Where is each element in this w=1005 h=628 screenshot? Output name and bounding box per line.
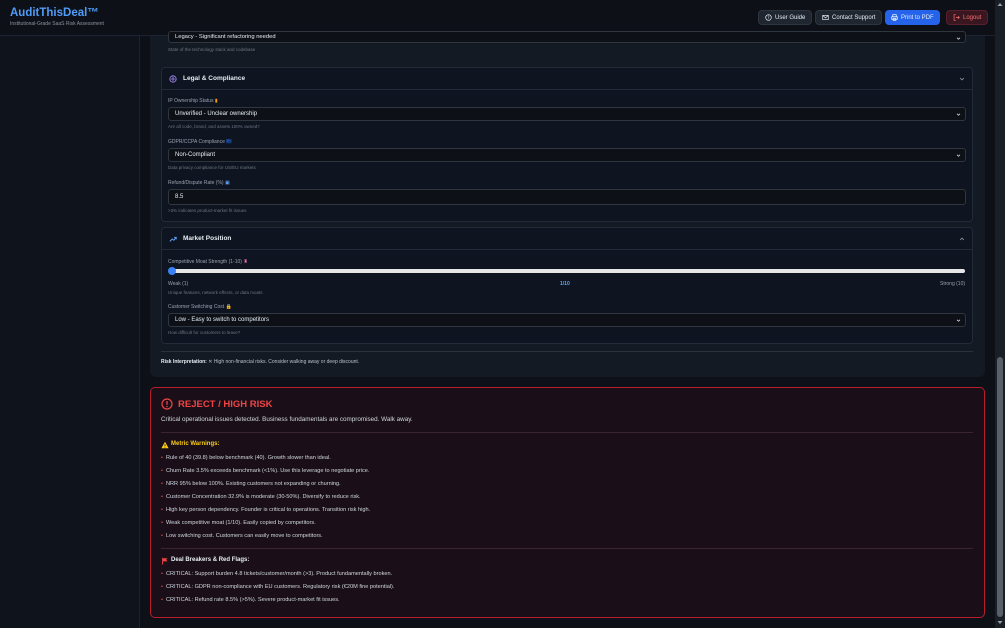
refund-rate-value: 8.5 [175,194,184,200]
brand[interactable]: AuditThisDeal™ Institutional-Grade SaaS … [10,7,104,27]
moat-strength-hint: Unique features, network effects, or dat… [168,290,263,295]
verdict-description: Critical operational issues detected. Bu… [161,416,413,423]
metric-warnings-title: Metric Warnings: [171,441,220,447]
ip-ownership-value: Unverified - Unclear ownership [175,111,258,117]
switching-cost-select[interactable]: Low - Easy to switch to competitors [168,313,966,327]
tech-stack-select[interactable]: Legacy - Significant refactoring needed [168,31,966,43]
moat-strength-thumb[interactable] [168,267,176,275]
gdpr-select[interactable]: Non-Compliant [168,148,966,162]
moat-strength-slider[interactable] [171,269,965,273]
app-title: AuditThisDeal™ [10,7,99,19]
gdpr-label: GDPR/CCPA Compliance 🇪🇺 [168,139,233,145]
chevron-down-icon [956,319,961,322]
logout-button[interactable]: Logout [946,10,989,25]
scale-icon [169,75,177,83]
divider [161,432,973,433]
help-circle-icon: ? [765,14,772,21]
logout-icon [953,14,960,21]
moat-min-label: Weak (1) [168,281,189,287]
gdpr-value: Non-Compliant [175,152,216,158]
flag-icon [162,557,168,565]
scroll-down-icon[interactable] [997,620,1003,625]
moat-current-value: 1/10 [560,281,570,287]
chevron-down-icon [956,154,961,157]
legal-compliance-title: Legal & Compliance [183,75,246,82]
deal-breaker-item: • CRITICAL: Support burden 4.8 tickets/cu… [161,571,393,577]
chevron-down-icon [959,77,965,81]
trending-up-icon [169,236,177,242]
warning-item: • High key person dependency. Founder is … [161,507,371,513]
ip-ownership-select[interactable]: Unverified - Unclear ownership [168,107,966,121]
gdpr-hint: Data privacy compliance for US/EU market… [168,165,256,170]
tech-stack-hint: State of the technology stack and codeba… [168,47,256,52]
switching-cost-label: Customer Switching Cost 🔒 [168,304,232,310]
chevron-down-icon [956,37,961,40]
legal-compliance-header[interactable]: Legal & Compliance [162,68,972,90]
deal-breaker-item: • CRITICAL: GDPR non-compliance with EU c… [161,584,395,590]
warning-item: • Rule of 40 (39.8) below benchmark (40).… [161,455,331,461]
switching-cost-value: Low - Easy to switch to competitors [175,317,270,323]
risk-interpretation-label: Risk Interpretation: [161,359,207,365]
contact-support-label: Contact Support [832,14,876,21]
scrollbar-thumb[interactable] [997,357,1003,617]
warning-item: • Weak competitive moat (1/10). Easily co… [161,520,316,526]
print-pdf-button[interactable]: Print to PDF [885,10,940,25]
chevron-up-icon [959,237,965,241]
user-guide-button[interactable]: ? User Guide [758,10,813,25]
alert-circle-icon [161,398,173,410]
print-pdf-label: Print to PDF [901,14,934,21]
ip-ownership-label: IP Ownership Status ▮ [168,98,218,104]
market-position-header[interactable]: Market Position [162,228,972,250]
divider [161,548,973,549]
logout-label: Logout [963,14,982,21]
contact-support-button[interactable]: Contact Support [815,10,883,25]
user-guide-label: User Guide [775,14,806,21]
warning-item: • Low switching cost. Customers can easil… [161,533,323,539]
deal-breaker-item: • CRITICAL: Refund rate 8.5% (>5%). Sever… [161,597,340,603]
moat-strength-label: Competitive Moat Strength (1-10) ♜ [168,259,248,265]
app-subtitle: Institutional-Grade SaaS Risk Assessment [10,21,104,27]
warning-item: • Customer Concentration 32.9% is moderat… [161,494,361,500]
warning-item: • NRR 95% below 100%. Existing customers … [161,481,341,487]
risk-interpretation-text: ✕ High non-financial risks. Consider wal… [208,359,360,365]
sidebar [0,36,140,628]
divider [161,351,973,352]
scroll-up-icon[interactable] [997,2,1003,7]
refund-rate-input[interactable]: 8.5 [168,189,966,205]
refund-rate-hint: >3% indicates product-market fit issues [168,208,247,213]
deal-breakers-title: Deal Breakers & Red Flags: [171,557,250,563]
ip-ownership-hint: Are all code, brand, and assets 100% own… [168,124,260,129]
warning-triangle-icon [161,441,169,449]
svg-text:?: ? [767,15,769,20]
moat-max-label: Strong (10) [940,281,966,287]
refund-rate-label: Refund/Dispute Rate (%) ▣ [168,180,230,186]
chevron-down-icon [956,113,961,116]
market-position-title: Market Position [183,235,232,242]
warning-item: • Churn Rate 3.5% exceeds benchmark (<1%)… [161,468,370,474]
risk-interpretation: Risk Interpretation: ✕ High non-financia… [161,359,359,365]
mail-icon [822,15,829,20]
tech-stack-value: Legacy - Significant refactoring needed [175,34,276,40]
switching-cost-hint: How difficult for customers to leave? [168,330,241,335]
printer-icon [891,14,898,21]
verdict-title: REJECT / HIGH RISK [178,399,273,410]
